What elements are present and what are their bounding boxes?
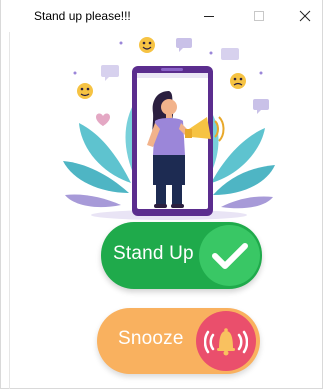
snooze-label: Snooze bbox=[118, 328, 184, 349]
snooze-button[interactable]: Snooze bbox=[97, 308, 260, 374]
title-bar[interactable]: Stand up please!!! bbox=[1, 0, 322, 32]
minimize-button[interactable] bbox=[186, 0, 232, 32]
app-window: Stand up please!!! Stand Up Snooze bbox=[0, 0, 323, 389]
stand-up-label: Stand Up bbox=[113, 243, 194, 264]
stand-up-button[interactable]: Stand Up bbox=[101, 222, 262, 289]
ringing-bell-icon bbox=[204, 328, 248, 356]
woman-megaphone-illustration bbox=[63, 37, 275, 220]
close-icon bbox=[299, 10, 311, 22]
window-title: Stand up please!!! bbox=[34, 9, 131, 23]
maximize-icon bbox=[254, 11, 264, 21]
check-icon bbox=[211, 242, 248, 269]
stand-up-icon-circle bbox=[199, 225, 260, 286]
minimize-icon bbox=[204, 16, 214, 17]
maximize-button[interactable] bbox=[236, 0, 282, 32]
close-button[interactable] bbox=[282, 0, 323, 32]
snooze-icon-circle bbox=[196, 311, 256, 371]
